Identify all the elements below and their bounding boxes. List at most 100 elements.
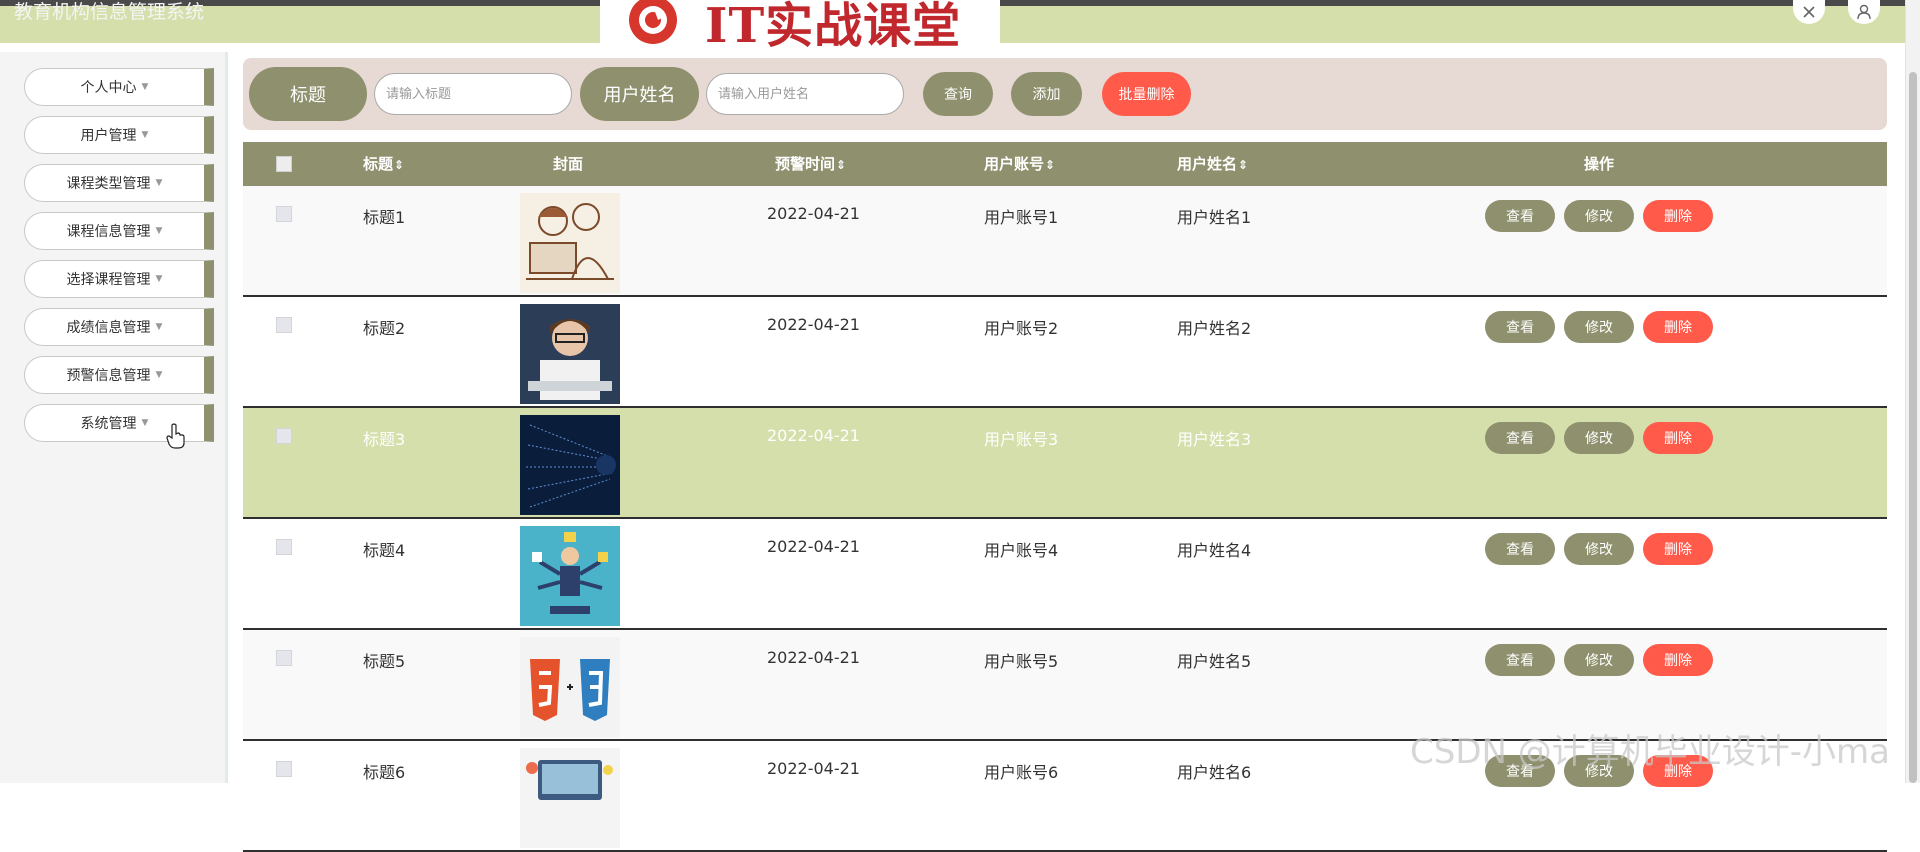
- sidebar-item-course-selection-management[interactable]: 选择课程管理 ▼: [24, 260, 214, 298]
- query-button[interactable]: 查询: [923, 72, 993, 116]
- row-name: 用户姓名6: [1177, 763, 1252, 782]
- sidebar-item-label: 课程信息管理: [66, 224, 151, 240]
- column-header-cover: 封面: [553, 155, 584, 173]
- row-account: 用户账号5: [984, 652, 1059, 671]
- row-warning-time: 2022-04-21: [767, 204, 860, 223]
- row-title: 标题3: [363, 430, 406, 449]
- caret-down-icon: ▼: [155, 274, 163, 284]
- table-row[interactable]: 标题2 2022-04-21 用户账号2 用户姓名2 查看 修改 删除: [243, 297, 1887, 408]
- edit-button[interactable]: 修改: [1564, 533, 1634, 565]
- table-row[interactable]: 标题4 2022-04-21 用户账号4 用户姓名4 查看 修改 删除: [243, 519, 1887, 630]
- sort-icon[interactable]: ⇕: [1238, 158, 1248, 172]
- row-warning-time: 2022-04-21: [767, 759, 860, 778]
- row-checkbox[interactable]: [276, 206, 292, 222]
- row-title: 标题1: [363, 208, 406, 227]
- add-button[interactable]: 添加: [1011, 72, 1082, 116]
- row-checkbox[interactable]: [276, 428, 292, 444]
- page-scrollbar[interactable]: [1905, 0, 1920, 783]
- sidebar-item-user-management[interactable]: 用户管理 ▼: [24, 116, 214, 154]
- batch-delete-button[interactable]: 批量删除: [1102, 72, 1191, 116]
- sidebar-item-course-info-management[interactable]: 课程信息管理 ▼: [24, 212, 214, 250]
- table-header: 标题⇕ 封面 预警时间⇕ 用户账号⇕ 用户姓名⇕ 操作: [243, 142, 1887, 186]
- edit-button[interactable]: 修改: [1564, 200, 1634, 232]
- view-button[interactable]: 查看: [1485, 422, 1555, 454]
- sort-icon[interactable]: ⇕: [836, 158, 846, 172]
- column-header-title[interactable]: 标题⇕: [363, 142, 404, 186]
- table-row[interactable]: 标题1 2022-04-21 用户账号1 用户姓名1 查看 修改 删除: [243, 186, 1887, 297]
- title-search-input[interactable]: [374, 73, 572, 115]
- cover-image: [520, 526, 620, 626]
- row-checkbox[interactable]: [276, 317, 292, 333]
- edit-button[interactable]: 修改: [1564, 644, 1634, 676]
- column-header-warning-time[interactable]: 预警时间⇕: [775, 142, 846, 186]
- delete-button[interactable]: 删除: [1643, 755, 1713, 787]
- row-title: 标题5: [363, 652, 406, 671]
- cover-image: [520, 193, 620, 293]
- view-button[interactable]: 查看: [1485, 311, 1555, 343]
- row-account: 用户账号3: [984, 430, 1059, 449]
- view-button[interactable]: 查看: [1485, 200, 1555, 232]
- sidebar: 个人中心 ▼ 用户管理 ▼ 课程类型管理 ▼ 课程信息管理 ▼ 选择课程管理 ▼ 成绩信息…: [0, 52, 228, 783]
- caret-down-icon: ▼: [141, 418, 149, 428]
- row-name: 用户姓名5: [1177, 652, 1252, 671]
- row-warning-time: 2022-04-21: [767, 537, 860, 556]
- caret-down-icon: ▼: [155, 226, 163, 236]
- row-name: 用户姓名4: [1177, 541, 1252, 560]
- row-account: 用户账号2: [984, 319, 1059, 338]
- table-row[interactable]: 标题5 2022-04-21 用户账号5 用户姓名5 查看 修改 删除: [243, 630, 1887, 741]
- hand-cursor-icon: [166, 423, 185, 449]
- column-header-name[interactable]: 用户姓名⇕: [1177, 142, 1248, 186]
- table-row[interactable]: 标题3 2022-04-21 用户账号3 用户姓名3 查看 修改 删除: [243, 408, 1887, 519]
- cover-image: [520, 304, 620, 404]
- edit-button[interactable]: 修改: [1564, 311, 1634, 343]
- row-checkbox[interactable]: [276, 539, 292, 555]
- sidebar-item-label: 课程类型管理: [66, 176, 151, 192]
- column-header-actions: 操作: [1584, 155, 1615, 173]
- caret-down-icon: ▼: [141, 82, 149, 92]
- username-search-input[interactable]: [706, 73, 904, 115]
- table-row[interactable]: 标题6 2022-04-21 用户账号6 用户姓名6 查看 修改 删除: [243, 741, 1887, 852]
- cover-image: [520, 415, 620, 515]
- search-panel: 标题 用户姓名 查询 添加 批量删除: [243, 58, 1887, 130]
- delete-button[interactable]: 删除: [1643, 644, 1713, 676]
- sidebar-item-label: 选择课程管理: [66, 272, 151, 288]
- row-name: 用户姓名2: [1177, 319, 1252, 338]
- row-checkbox[interactable]: [276, 650, 292, 666]
- title-search-label: 标题: [249, 67, 367, 121]
- sidebar-item-label: 个人中心: [80, 80, 137, 96]
- sidebar-item-course-type-management[interactable]: 课程类型管理 ▼: [24, 164, 214, 202]
- row-warning-time: 2022-04-21: [767, 315, 860, 334]
- view-button[interactable]: 查看: [1485, 755, 1555, 787]
- row-account: 用户账号1: [984, 208, 1059, 227]
- sort-icon[interactable]: ⇕: [394, 158, 404, 172]
- sidebar-item-personal-center[interactable]: 个人中心 ▼: [24, 68, 214, 106]
- select-all-checkbox[interactable]: [276, 156, 292, 172]
- caret-down-icon: ▼: [155, 370, 163, 380]
- sidebar-item-label: 预警信息管理: [66, 368, 151, 384]
- delete-button[interactable]: 删除: [1643, 200, 1713, 232]
- page-scrollbar-thumb[interactable]: [1909, 72, 1917, 783]
- sidebar-item-label: 用户管理: [80, 128, 137, 144]
- sidebar-item-label: 成绩信息管理: [66, 320, 151, 336]
- delete-button[interactable]: 删除: [1643, 422, 1713, 454]
- logo-mark-icon: [629, 0, 677, 44]
- edit-button[interactable]: 修改: [1564, 755, 1634, 787]
- column-header-account[interactable]: 用户账号⇕: [984, 142, 1055, 186]
- caret-down-icon: ▼: [155, 322, 163, 332]
- row-title: 标题6: [363, 763, 406, 782]
- row-checkbox[interactable]: [276, 761, 292, 777]
- delete-button[interactable]: 删除: [1643, 533, 1713, 565]
- row-name: 用户姓名1: [1177, 208, 1252, 227]
- sidebar-item-warning-management[interactable]: 预警信息管理 ▼: [24, 356, 214, 394]
- caret-down-icon: ▼: [141, 130, 149, 140]
- edit-button[interactable]: 修改: [1564, 422, 1634, 454]
- sidebar-item-grade-management[interactable]: 成绩信息管理 ▼: [24, 308, 214, 346]
- sort-icon[interactable]: ⇕: [1045, 158, 1055, 172]
- view-button[interactable]: 查看: [1485, 533, 1555, 565]
- username-search-label: 用户姓名: [580, 67, 699, 121]
- delete-button[interactable]: 删除: [1643, 311, 1713, 343]
- row-title: 标题4: [363, 541, 406, 560]
- row-title: 标题2: [363, 319, 406, 338]
- app-title: 教育机构信息管理系统: [14, 1, 205, 23]
- view-button[interactable]: 查看: [1485, 644, 1555, 676]
